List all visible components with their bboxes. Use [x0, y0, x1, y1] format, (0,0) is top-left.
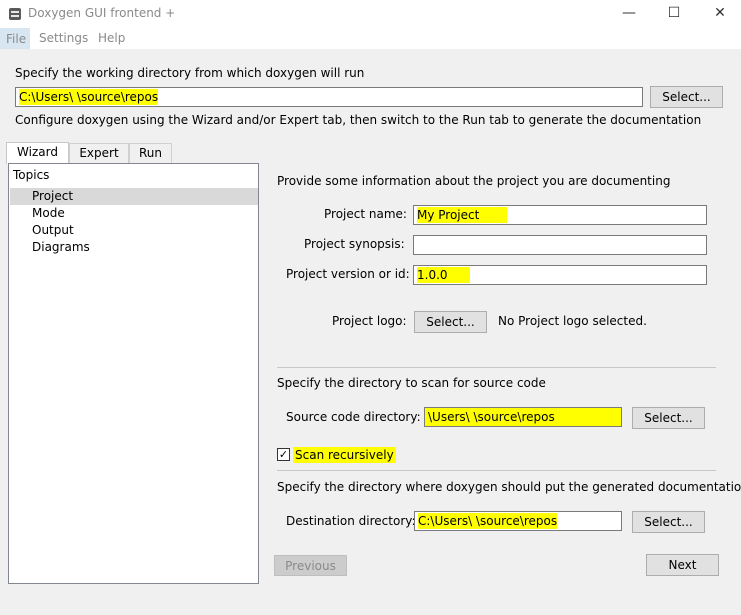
tab-expert[interactable]: Expert	[69, 143, 129, 163]
source-dir-select-button[interactable]: Select...	[632, 407, 705, 429]
minimize-icon[interactable]: —	[606, 0, 652, 28]
working-dir-prompt: Specify the working directory from which…	[15, 66, 365, 80]
destination-dir-label: Destination directory:	[286, 514, 416, 528]
working-dir-field[interactable]: C:\Users\ \source\repos	[15, 87, 643, 107]
previous-button[interactable]: Previous	[274, 555, 347, 576]
window-title: Doxygen GUI frontend +	[28, 6, 176, 20]
topic-output[interactable]: Output	[10, 222, 258, 239]
menu-file[interactable]: File	[0, 28, 30, 49]
project-logo-status: No Project logo selected.	[498, 314, 647, 328]
destination-dir-value: C:\Users\ \source\repos	[418, 513, 558, 529]
scan-recursively-checkbox[interactable]: ✓	[277, 448, 290, 461]
working-dir-value: C:\Users\ \source\repos	[19, 89, 159, 105]
close-icon[interactable]: ✕	[697, 0, 741, 28]
destination-dir-select-button[interactable]: Select...	[632, 511, 705, 533]
project-version-value: 1.0.0	[417, 267, 470, 283]
project-intro: Provide some information about the proje…	[277, 174, 671, 188]
topic-mode[interactable]: Mode	[10, 205, 258, 222]
doxygen-app-icon	[9, 8, 21, 20]
divider	[277, 367, 716, 368]
divider	[277, 470, 716, 471]
title-bar: Doxygen GUI frontend + — ☐ ✕	[0, 0, 741, 28]
destination-heading: Specify the directory where doxygen shou…	[277, 480, 741, 494]
configure-hint: Configure doxygen using the Wizard and/o…	[15, 113, 702, 127]
tab-run[interactable]: Run	[129, 143, 172, 163]
working-dir-select-button[interactable]: Select...	[650, 86, 723, 108]
menu-help[interactable]: Help	[93, 28, 130, 49]
project-logo-label: Project logo:	[332, 314, 407, 328]
menu-bar: File Settings Help	[0, 28, 741, 49]
project-synopsis-label: Project synopsis:	[304, 237, 405, 251]
project-name-field[interactable]: My Project	[413, 205, 707, 225]
source-heading: Specify the directory to scan for source…	[277, 376, 546, 390]
project-name-value: My Project	[417, 207, 508, 223]
project-logo-select-button[interactable]: Select...	[414, 311, 487, 333]
wizard-project-panel: Provide some information about the proje…	[265, 163, 741, 584]
topics-tree[interactable]: Topics Project Mode Output Diagrams	[8, 163, 259, 584]
menu-settings[interactable]: Settings	[34, 28, 93, 49]
topic-project[interactable]: Project	[10, 188, 258, 205]
destination-dir-field[interactable]: C:\Users\ \source\repos	[414, 511, 622, 531]
project-name-label: Project name:	[324, 207, 407, 221]
maximize-icon[interactable]: ☐	[651, 0, 697, 28]
source-dir-field[interactable]: \Users\ \source\repos	[424, 407, 622, 427]
topic-diagrams[interactable]: Diagrams	[10, 239, 258, 256]
project-synopsis-field[interactable]	[413, 235, 707, 255]
project-version-field[interactable]: 1.0.0	[413, 265, 707, 285]
source-dir-label: Source code directory:	[286, 410, 421, 424]
tab-wizard[interactable]: Wizard	[6, 142, 69, 164]
topics-root[interactable]: Topics	[13, 168, 49, 182]
next-button[interactable]: Next	[646, 554, 719, 576]
project-version-label: Project version or id:	[286, 267, 410, 281]
scan-recursively-label[interactable]: Scan recursively	[293, 447, 396, 463]
